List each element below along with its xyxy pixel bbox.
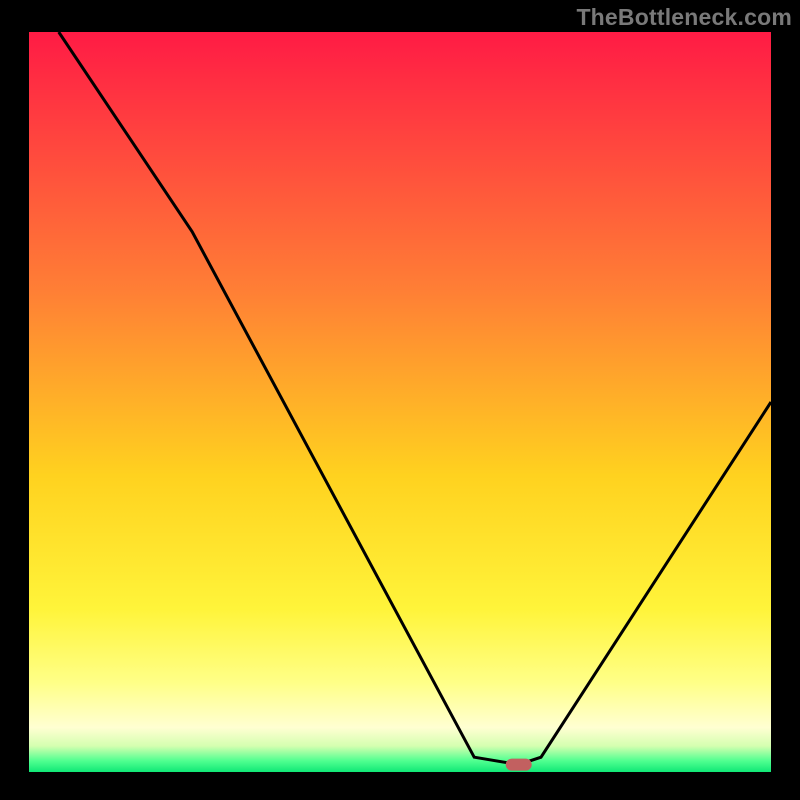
chart-background [29, 32, 771, 772]
bottleneck-chart [0, 0, 800, 800]
bottleneck-marker [506, 759, 532, 771]
attribution-label: TheBottleneck.com [576, 4, 792, 31]
